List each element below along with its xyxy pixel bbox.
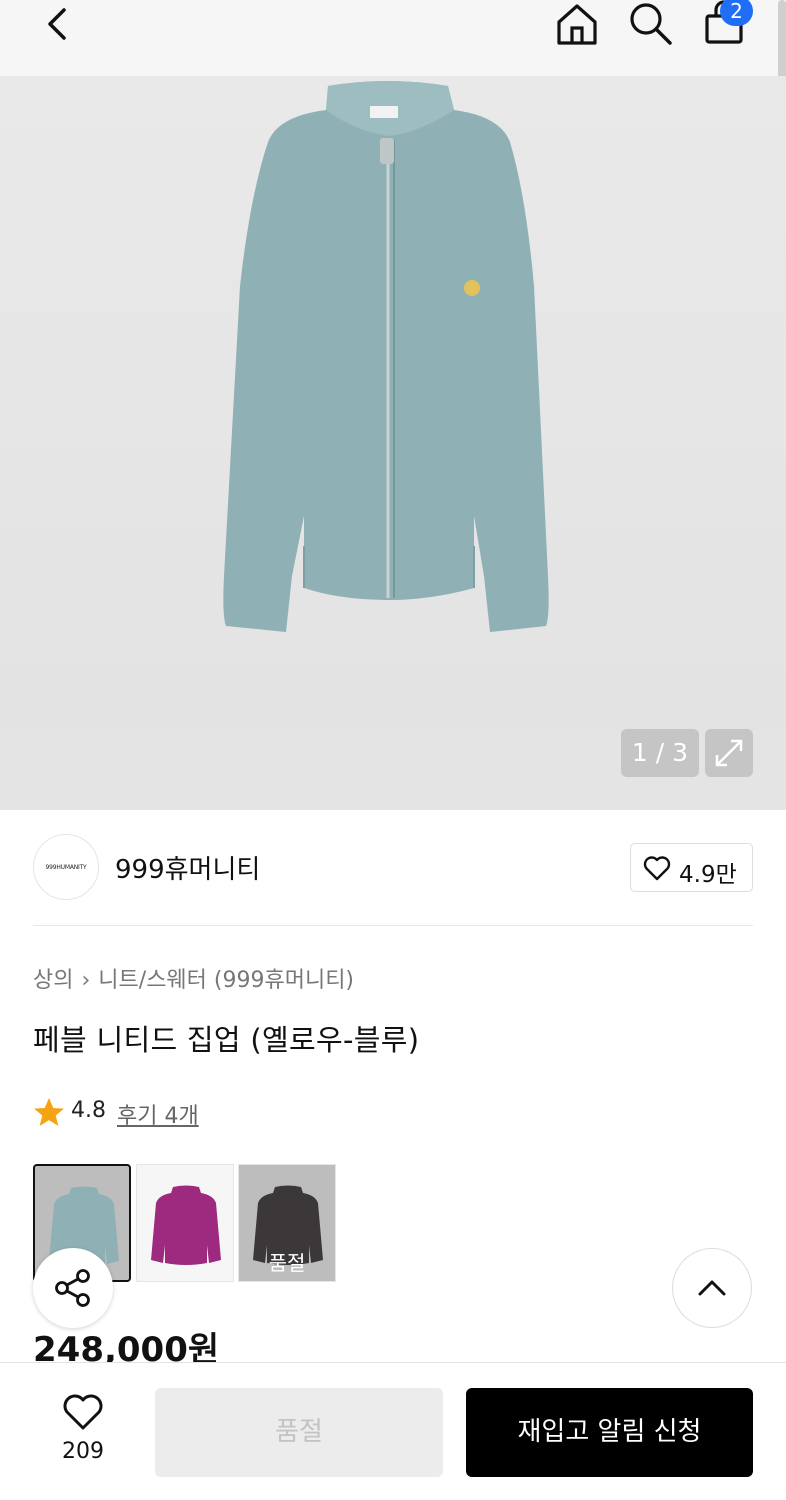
brand-like-count: 4.9만	[679, 862, 737, 888]
back-button[interactable]	[40, 2, 80, 46]
bottom-action-bar: 209 품절 재입고 알림 신청	[0, 1362, 786, 1500]
cart-count-badge: 2	[720, 0, 753, 26]
brand-logo[interactable]: 999HUMANITY	[33, 834, 99, 900]
brand-name[interactable]: 999휴머니티	[115, 849, 260, 886]
expand-image-button[interactable]	[705, 729, 753, 777]
heart-icon	[63, 1394, 103, 1430]
chevron-right-icon: ›	[81, 968, 91, 993]
product-image-zip-knit	[223, 81, 549, 632]
breadcrumb-subcategory[interactable]: 니트/스웨터 (999휴머니티)	[98, 968, 354, 993]
sold-out-button[interactable]: 품절	[155, 1388, 443, 1477]
review-link[interactable]: 후기 4개	[117, 1098, 199, 1130]
brand-like-button[interactable]: 4.9만	[630, 843, 753, 892]
swatch-image	[151, 1185, 221, 1265]
swatch-sold-out-label: 품절	[268, 1251, 306, 1275]
wishlist-count: 209	[62, 1439, 104, 1464]
search-icon	[630, 3, 672, 45]
product-image-gallery[interactable]: 1 / 3	[0, 76, 786, 810]
search-button[interactable]	[626, 0, 674, 48]
share-icon	[55, 1269, 90, 1307]
breadcrumb: 상의 › 니트/스웨터 (999휴머니티)	[33, 962, 354, 994]
rating-value: 4.8	[71, 1098, 106, 1123]
color-swatch-charcoal[interactable]: 품절	[238, 1164, 336, 1282]
scroll-to-top-button[interactable]	[672, 1248, 752, 1328]
chevron-up-icon	[698, 1280, 726, 1296]
star-icon	[34, 1098, 64, 1126]
restock-alert-button[interactable]: 재입고 알림 신청	[466, 1388, 753, 1477]
top-navigation-bar: 2	[0, 0, 786, 76]
wishlist-button[interactable]: 209	[50, 1393, 116, 1473]
color-swatch-purple[interactable]	[136, 1164, 234, 1282]
product-title: 페블 니티드 집업 (옐로우-블루)	[33, 1023, 420, 1057]
heart-icon	[643, 856, 671, 881]
chevron-left-icon	[48, 8, 66, 40]
home-icon	[557, 4, 597, 45]
image-counter: 1 / 3	[621, 729, 699, 777]
expand-icon	[715, 739, 743, 767]
brand-row: 999HUMANITY 999휴머니티 4.9만	[33, 834, 753, 926]
share-button[interactable]	[33, 1248, 113, 1328]
home-button[interactable]	[553, 0, 601, 48]
breadcrumb-category[interactable]: 상의	[33, 968, 73, 993]
